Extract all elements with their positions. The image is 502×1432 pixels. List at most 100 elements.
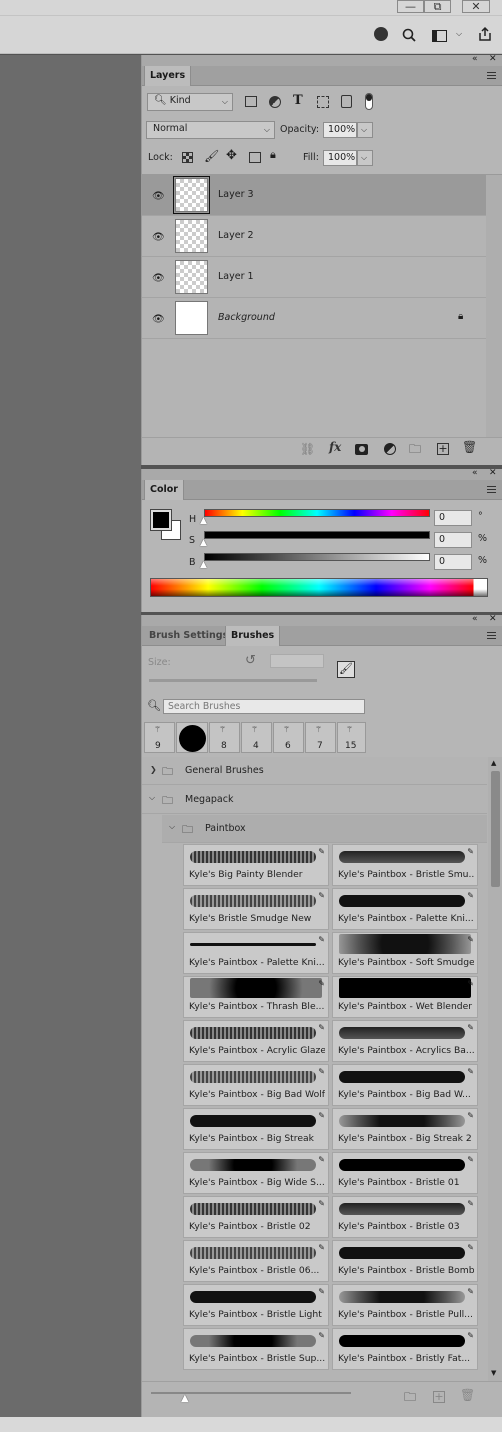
hue-slider-thumb[interactable]: ▲ [200, 516, 207, 526]
brush-preset[interactable]: ✎ Kyle's Paintbox - Bristle Bomb [332, 1240, 478, 1282]
saturation-slider[interactable] [204, 531, 430, 539]
visibility-eye-icon[interactable]: 👁︎ [152, 314, 165, 325]
color-ramp[interactable] [150, 578, 488, 597]
reset-size-icon[interactable]: ↺ [245, 653, 256, 668]
tab-brush-settings[interactable]: Brush Settings [144, 626, 233, 646]
size-field[interactable] [270, 654, 324, 668]
brush-preset[interactable]: ✎ Kyle's Paintbox - Palette Kni... [183, 932, 329, 974]
recent-brush-preset[interactable]: ⚚ 9 [144, 722, 175, 753]
layer-row[interactable]: 👁︎ Background 🔒︎ [142, 298, 486, 339]
smart-object-filter-icon[interactable] [341, 95, 352, 108]
brightness-slider-thumb[interactable]: ▲ [200, 560, 207, 570]
brush-preset[interactable]: ✎ Kyle's Paintbox - Palette Kni... [332, 888, 478, 930]
brush-preset[interactable]: ✎ Kyle's Paintbox - Thrash Ble... [183, 976, 329, 1018]
close-panel-icon[interactable]: ✕ [489, 468, 497, 478]
chevron-down-icon[interactable]: ⌵ [149, 793, 155, 803]
lock-all-icon[interactable]: 🔒︎ [270, 148, 276, 162]
learn-icon[interactable] [374, 27, 388, 41]
visibility-eye-icon[interactable]: 👁︎ [152, 273, 165, 284]
restore-button[interactable]: ⧉ [424, 0, 451, 13]
add-mask-icon[interactable] [355, 444, 368, 455]
brush-subgroup-row[interactable]: ⌵ 🗀︎ Paintbox [162, 815, 487, 843]
fill-slider-button[interactable]: ⌵ [357, 150, 373, 166]
adjustment-layer-icon[interactable] [384, 443, 396, 455]
recent-brush-preset[interactable]: ⚚ 7 [305, 722, 336, 753]
layer-name[interactable]: Layer 3 [218, 189, 254, 200]
layers-scrollbar[interactable] [486, 175, 502, 437]
filter-kind-select[interactable]: 🔍︎ Kind ⌵ [147, 93, 233, 111]
new-group-icon[interactable]: 🗀︎ [404, 1388, 416, 1409]
delete-layer-icon[interactable]: 🗑︎ [462, 440, 477, 454]
fill-field[interactable]: 100% [323, 150, 357, 166]
brush-preset[interactable]: ✎ Kyle's Paintbox - Big Bad W... [332, 1064, 478, 1106]
minimize-button[interactable]: — [397, 0, 424, 13]
new-group-icon[interactable]: 🗀︎ [409, 440, 421, 461]
visibility-eye-icon[interactable]: 👁︎ [152, 191, 165, 202]
brush-preset[interactable]: ✎ Kyle's Paintbox - Bristly Fat... [332, 1328, 478, 1370]
recent-brush-preset[interactable]: ⚚ 15 [337, 722, 366, 753]
brush-group-row[interactable]: ❯ 🗀︎ General Brushes [142, 757, 487, 785]
size-slider[interactable] [149, 679, 317, 682]
collapse-icon[interactable]: « [472, 54, 478, 64]
brush-preset[interactable]: ✎ Kyle's Paintbox - Big Streak 2 [332, 1108, 478, 1150]
create-brush-icon[interactable]: 🖌︎ [337, 661, 355, 678]
scroll-up-icon[interactable]: ▲ [491, 759, 496, 767]
tab-color[interactable]: Color [144, 480, 184, 500]
layer-name[interactable]: Background [218, 312, 275, 323]
filter-toggle[interactable] [365, 93, 373, 110]
brush-preset[interactable]: ✎ Kyle's Paintbox - Big Streak [183, 1108, 329, 1150]
layer-row[interactable]: 👁︎ Layer 2 [142, 216, 486, 257]
brightness-field[interactable]: 0 [434, 554, 472, 570]
collapse-icon[interactable]: « [472, 614, 478, 624]
brush-preset[interactable]: ✎ Kyle's Paintbox - Bristle Light [183, 1284, 329, 1326]
saturation-slider-thumb[interactable]: ▲ [200, 538, 207, 548]
brush-preset[interactable]: ✎ Kyle's Paintbox - Bristle Pull... [332, 1284, 478, 1326]
lock-artboard-icon[interactable] [249, 152, 261, 163]
new-layer-icon[interactable]: + [437, 443, 449, 455]
share-icon[interactable] [477, 26, 493, 42]
lock-transparent-icon[interactable] [182, 152, 193, 163]
new-brush-icon[interactable]: + [433, 1391, 445, 1403]
brightness-slider[interactable] [204, 553, 430, 561]
type-filter-icon[interactable]: T [293, 93, 303, 108]
layer-row[interactable]: 👁︎ Layer 1 [142, 257, 486, 298]
brush-preset[interactable]: ✎ Kyle's Paintbox - Big Bad Wolf [183, 1064, 329, 1106]
preview-size-thumb[interactable]: ▲ [181, 1393, 189, 1404]
fx-icon[interactable]: fx [329, 440, 341, 454]
panel-menu-icon[interactable] [487, 632, 496, 639]
brush-preset[interactable]: ✎ Kyle's Paintbox - Bristle 01 [332, 1152, 478, 1194]
search-brushes-input[interactable]: Search Brushes [163, 699, 365, 714]
hue-field[interactable]: 0 [434, 510, 472, 526]
close-panel-icon[interactable]: ✕ [489, 54, 497, 64]
link-layers-icon[interactable]: ⛓︎ [300, 442, 315, 456]
brush-preset[interactable]: ✎ Kyle's Paintbox - Bristle 03 [332, 1196, 478, 1238]
layer-name[interactable]: Layer 1 [218, 271, 254, 282]
adjustment-filter-icon[interactable] [269, 96, 281, 108]
delete-brush-icon[interactable]: 🗑︎ [460, 1388, 475, 1402]
brush-preset[interactable]: ✎ Kyle's Big Painty Blender [183, 844, 329, 886]
brush-preset[interactable]: ✎ Kyle's Bristle Smudge New [183, 888, 329, 930]
workspace-chevron-icon[interactable]: ⌵ [456, 29, 462, 39]
brush-preset[interactable]: ✎ Kyle's Paintbox - Bristle Sup... [183, 1328, 329, 1370]
lock-position-icon[interactable]: ✥ [226, 148, 237, 163]
brush-preset[interactable]: ✎ Kyle's Paintbox - Wet Blender [332, 976, 478, 1018]
recent-brush-preset[interactable]: ⚚ 4 [241, 722, 272, 753]
document-canvas[interactable] [0, 55, 141, 1417]
close-window-button[interactable]: ✕ [462, 0, 490, 13]
close-panel-icon[interactable]: ✕ [489, 614, 497, 624]
layer-row[interactable]: 👁︎ Layer 3 [142, 175, 486, 216]
saturation-field[interactable]: 0 [434, 532, 472, 548]
scrollbar-thumb[interactable] [491, 771, 500, 887]
workspace-icon[interactable] [432, 30, 447, 42]
opacity-slider-button[interactable]: ⌵ [357, 122, 373, 138]
pixel-filter-icon[interactable] [245, 96, 257, 107]
brush-preset[interactable]: ✎ Kyle's Paintbox - Bristle Smu... [332, 844, 478, 886]
recent-brush-preset[interactable]: ⚚ 8 [209, 722, 240, 753]
shape-filter-icon[interactable] [317, 96, 329, 108]
search-icon[interactable] [402, 28, 416, 42]
panel-menu-icon[interactable] [487, 72, 496, 79]
brush-group-row[interactable]: ⌵ 🗀︎ Megapack [142, 786, 487, 814]
hue-slider[interactable] [204, 509, 430, 517]
brush-list-scrollbar[interactable]: ▲ ▼ [488, 757, 502, 1381]
panel-menu-icon[interactable] [487, 486, 496, 493]
